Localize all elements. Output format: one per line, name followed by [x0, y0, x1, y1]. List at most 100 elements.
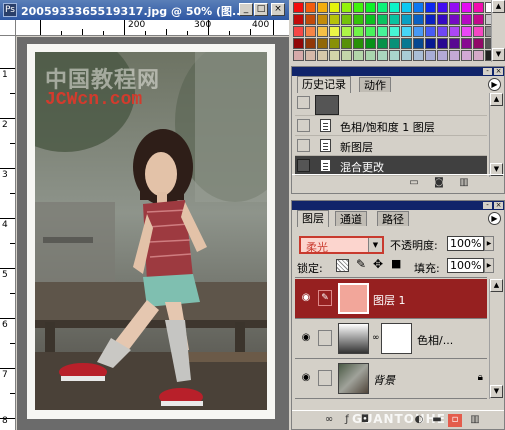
adjustment-layer-icon[interactable]: ◐ — [412, 414, 426, 427]
color-swatch[interactable] — [413, 14, 424, 25]
color-swatch[interactable] — [473, 50, 484, 61]
color-swatch[interactable] — [365, 26, 376, 37]
palette-menu-icon[interactable]: ▶ — [488, 78, 501, 91]
color-swatch[interactable] — [425, 26, 436, 37]
color-swatch[interactable] — [317, 14, 328, 25]
layers-scrollbar[interactable]: ▲ ▼ — [489, 279, 503, 399]
palette-grip[interactable]: - × — [292, 201, 504, 210]
fill-input[interactable]: 100% — [447, 258, 484, 273]
color-swatch[interactable] — [425, 50, 436, 61]
history-item[interactable]: 色相/饱和度 1 图层 — [295, 116, 487, 136]
palette-close-icon[interactable]: × — [494, 202, 503, 209]
color-swatch[interactable] — [413, 38, 424, 49]
color-swatch[interactable] — [377, 2, 388, 13]
color-swatch[interactable] — [377, 38, 388, 49]
color-swatch[interactable] — [437, 14, 448, 25]
new-document-icon[interactable]: ▭ — [407, 177, 421, 190]
history-source-checkbox[interactable] — [297, 139, 310, 152]
lock-position-move-icon[interactable]: ✥ — [373, 257, 383, 271]
minimize-button[interactable]: _ — [239, 3, 253, 16]
color-swatch[interactable] — [461, 2, 472, 13]
color-swatch[interactable] — [413, 2, 424, 13]
folder-icon[interactable]: ▬ — [430, 414, 444, 427]
color-swatch[interactable] — [293, 50, 304, 61]
color-swatch[interactable] — [353, 26, 364, 37]
lock-transparency-icon[interactable] — [336, 259, 349, 272]
ruler-origin[interactable] — [0, 20, 16, 36]
color-swatch[interactable] — [437, 50, 448, 61]
history-scrollbar[interactable]: ▲ ▼ — [489, 93, 503, 177]
color-swatch[interactable] — [317, 50, 328, 61]
palette-minimize-icon[interactable]: - — [483, 68, 492, 75]
color-swatch[interactable] — [317, 2, 328, 13]
color-swatch[interactable] — [305, 50, 316, 61]
history-item[interactable]: 新图层 — [295, 136, 487, 156]
camera-icon[interactable]: ◙ — [432, 177, 446, 190]
color-swatch[interactable] — [437, 26, 448, 37]
ruler-horizontal[interactable]: 200 300 400 — [16, 20, 289, 36]
color-swatch[interactable] — [449, 26, 460, 37]
layer-link-box[interactable] — [318, 330, 332, 346]
history-source-checkbox[interactable] — [297, 159, 310, 172]
color-swatch[interactable] — [305, 2, 316, 13]
color-swatch[interactable] — [317, 26, 328, 37]
color-swatch[interactable] — [329, 38, 340, 49]
scroll-up-icon[interactable]: ▲ — [492, 0, 505, 13]
fill-stepper[interactable]: ▶ — [484, 258, 494, 273]
color-swatch[interactable] — [401, 50, 412, 61]
history-source-checkbox[interactable] — [297, 119, 310, 132]
opacity-stepper[interactable]: ▶ — [484, 236, 494, 251]
color-swatch[interactable] — [341, 14, 352, 25]
color-swatch[interactable] — [341, 2, 352, 13]
color-swatch[interactable] — [377, 26, 388, 37]
color-swatch[interactable] — [473, 26, 484, 37]
fx-icon[interactable]: ƒ — [340, 414, 354, 427]
color-swatch[interactable] — [461, 50, 472, 61]
tab-actions[interactable]: 动作 — [359, 77, 391, 92]
tab-layers[interactable]: 图层 — [297, 210, 329, 227]
photo-image[interactable]: 中国教程网 JCWcn.com — [35, 52, 267, 410]
color-swatch[interactable] — [365, 14, 376, 25]
scroll-down-icon[interactable]: ▼ — [490, 385, 503, 398]
color-swatch[interactable] — [473, 14, 484, 25]
tab-history[interactable]: 历史记录 — [297, 76, 351, 93]
color-swatch[interactable] — [425, 14, 436, 25]
scroll-down-icon[interactable]: ▼ — [492, 48, 505, 61]
color-swatch[interactable] — [413, 26, 424, 37]
color-swatch[interactable] — [353, 14, 364, 25]
color-swatch[interactable] — [353, 2, 364, 13]
color-swatch[interactable] — [353, 38, 364, 49]
eye-icon[interactable]: ◉ — [299, 372, 313, 384]
color-swatch[interactable] — [305, 26, 316, 37]
color-swatch[interactable] — [473, 38, 484, 49]
tab-paths[interactable]: 路径 — [377, 211, 409, 226]
scroll-up-icon[interactable]: ▲ — [490, 93, 503, 106]
blend-mode-select[interactable]: 柔光 ▼ — [299, 236, 384, 254]
color-swatch[interactable] — [293, 2, 304, 13]
layer-row[interactable]: ◉ ∞ 色相/... — [295, 319, 487, 359]
color-swatch[interactable] — [365, 50, 376, 61]
document-title-bar[interactable]: Ps 2005933365519317.jpg @ 50% (图... _ □ … — [0, 0, 289, 20]
chain-link-icon[interactable]: ∞ — [372, 333, 380, 343]
new-layer-icon[interactable]: ▫ — [448, 414, 462, 427]
color-swatch[interactable] — [449, 14, 460, 25]
color-swatch[interactable] — [461, 38, 472, 49]
document-canvas[interactable]: 中国教程网 JCWcn.com — [17, 37, 289, 430]
trash-icon[interactable]: ▥ — [468, 414, 482, 427]
layer-link-box[interactable] — [318, 370, 332, 386]
color-swatch[interactable] — [329, 14, 340, 25]
color-swatch[interactable] — [365, 38, 376, 49]
color-swatch[interactable] — [293, 26, 304, 37]
palette-minimize-icon[interactable]: - — [483, 202, 492, 209]
color-swatch[interactable] — [401, 2, 412, 13]
color-swatch[interactable] — [389, 2, 400, 13]
color-swatch[interactable] — [473, 2, 484, 13]
opacity-input[interactable]: 100% — [447, 236, 484, 251]
color-swatch[interactable] — [377, 50, 388, 61]
tab-channels[interactable]: 通道 — [335, 211, 367, 226]
color-swatch[interactable] — [437, 2, 448, 13]
history-snapshot-row[interactable] — [295, 93, 487, 116]
lock-all-icon[interactable]: ■ — [391, 257, 401, 270]
layer-row[interactable]: ◉ 背景 🔒︎ — [295, 359, 487, 399]
color-swatch[interactable] — [449, 2, 460, 13]
